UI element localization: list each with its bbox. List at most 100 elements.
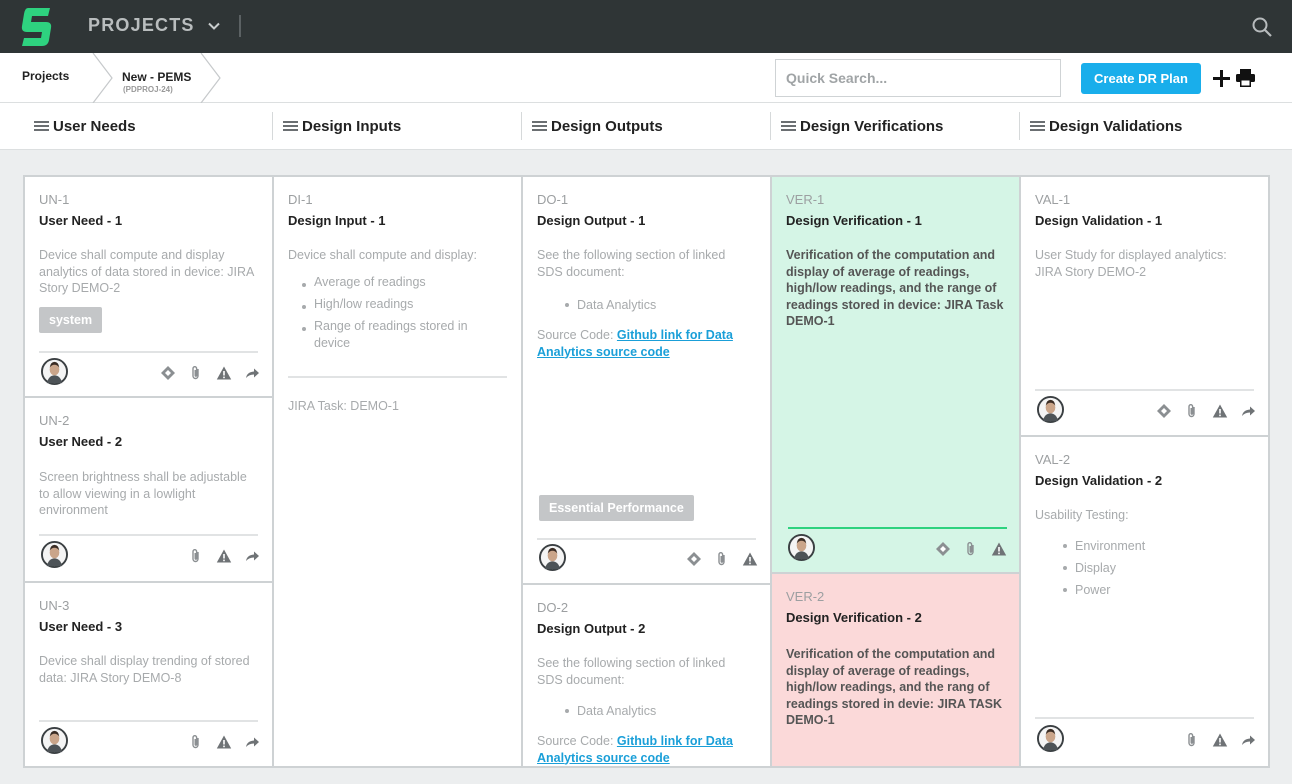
list-item: Range of readings stored in device <box>302 318 492 352</box>
tag-badge[interactable]: system <box>39 307 103 333</box>
card-title[interactable]: Design Output - 2 <box>537 621 645 636</box>
bullet-list: Environment Display Power <box>1063 535 1145 601</box>
paperclip-icon[interactable] <box>1184 732 1200 748</box>
menu-icon[interactable] <box>283 120 298 132</box>
card-title[interactable]: Design Verification - 2 <box>786 610 922 625</box>
user-need-card[interactable]: UN-2 User Need - 2 Screen brightness sha… <box>25 398 272 583</box>
card-description: See the following section of linked SDS … <box>537 248 726 279</box>
card-title[interactable]: User Need - 1 <box>39 213 122 228</box>
paperclip-icon[interactable] <box>188 365 204 381</box>
paperclip-icon[interactable] <box>714 551 730 567</box>
user-need-card[interactable]: UN-3 User Need - 3 Device shall display … <box>25 583 272 766</box>
share-icon[interactable] <box>1240 732 1256 748</box>
warning-icon[interactable] <box>216 365 232 381</box>
paperclip-icon[interactable] <box>963 541 979 557</box>
column-header-design-verifications[interactable]: Design Verifications <box>781 103 943 149</box>
plus-icon[interactable] <box>1213 70 1230 87</box>
share-icon[interactable] <box>244 365 260 381</box>
menu-icon[interactable] <box>532 120 547 132</box>
card-title[interactable]: Design Verification - 1 <box>786 213 922 228</box>
quick-search-input[interactable] <box>775 59 1061 97</box>
breadcrumb-current[interactable]: New - PEMS <box>122 70 191 84</box>
card-id: VAL-2 <box>1035 452 1071 467</box>
design-verifications-column: VER-1 Design Verification - 1 Verificati… <box>770 175 1021 768</box>
divider <box>39 534 258 536</box>
card-actions <box>188 734 260 750</box>
design-verification-card[interactable]: VER-2 Design Verification - 2 Verificati… <box>772 574 1019 766</box>
breadcrumb-projects[interactable]: Projects <box>22 69 69 83</box>
card-description: Screen brightness shall be adjustable to… <box>39 470 247 517</box>
paperclip-icon[interactable] <box>188 548 204 564</box>
menu-icon[interactable] <box>781 120 796 132</box>
user-need-card[interactable]: UN-1 User Need - 1 Device shall compute … <box>25 177 272 398</box>
paperclip-icon[interactable] <box>188 734 204 750</box>
avatar[interactable] <box>41 541 68 568</box>
column-header-design-inputs[interactable]: Design Inputs <box>283 103 401 149</box>
warning-icon[interactable] <box>1212 732 1228 748</box>
menu-icon[interactable] <box>1030 120 1045 132</box>
diamond-icon[interactable] <box>160 365 176 381</box>
divider <box>770 112 771 140</box>
column-header-design-outputs[interactable]: Design Outputs <box>532 103 663 149</box>
avatar[interactable] <box>788 534 815 561</box>
search-icon[interactable] <box>1251 16 1273 38</box>
avatar[interactable] <box>41 727 68 754</box>
avatar[interactable] <box>1037 725 1064 752</box>
divider <box>1035 717 1254 719</box>
paperclip-icon[interactable] <box>1184 403 1200 419</box>
card-actions <box>160 365 260 381</box>
diamond-icon[interactable] <box>686 551 702 567</box>
create-dr-plan-button[interactable]: Create DR Plan <box>1081 63 1201 94</box>
column-label: Design Outputs <box>551 117 663 135</box>
design-input-card[interactable]: DI-1 Design Input - 1 Device shall compu… <box>274 177 521 766</box>
avatar[interactable] <box>1037 396 1064 423</box>
card-title[interactable]: User Need - 2 <box>39 434 122 449</box>
design-verification-card[interactable]: VER-1 Design Verification - 1 Verificati… <box>772 177 1019 574</box>
list-item: Data Analytics <box>565 294 656 316</box>
app-title[interactable]: PROJECTS <box>88 15 195 36</box>
menu-icon[interactable] <box>34 120 49 132</box>
card-actions <box>686 551 758 567</box>
divider <box>272 112 273 140</box>
share-icon[interactable] <box>244 734 260 750</box>
list-item: Environment <box>1063 535 1145 557</box>
diamond-icon[interactable] <box>1156 403 1172 419</box>
breadcrumb-project-id: (PDPROJ-24) <box>123 85 173 94</box>
card-description: Verification of the computation and disp… <box>786 647 1003 727</box>
column-label: Design Verifications <box>800 117 944 135</box>
divider <box>39 720 258 722</box>
card-title[interactable]: Design Validation - 1 <box>1035 213 1162 228</box>
avatar[interactable] <box>41 358 68 385</box>
diamond-icon[interactable] <box>935 541 951 557</box>
design-outputs-column: DO-1 Design Output - 1 See the following… <box>521 175 772 768</box>
warning-icon[interactable] <box>216 548 232 564</box>
design-output-card[interactable]: DO-2 Design Output - 2 See the following… <box>523 585 770 766</box>
card-id: DO-2 <box>537 600 569 615</box>
warning-icon[interactable] <box>1212 403 1228 419</box>
design-output-card[interactable]: DO-1 Design Output - 1 See the following… <box>523 177 770 585</box>
tag-badge[interactable]: Essential Performance <box>539 495 694 521</box>
share-icon[interactable] <box>1240 403 1256 419</box>
divider <box>1019 112 1020 140</box>
chevron-down-icon[interactable] <box>207 19 221 33</box>
column-header-user-needs[interactable]: User Needs <box>34 103 136 149</box>
print-icon[interactable] <box>1236 69 1255 87</box>
divider <box>39 351 258 353</box>
list-item: Average of readings <box>302 274 492 291</box>
list-item: Power <box>1063 579 1145 601</box>
source-code-text: Source Code: Github link for Data Analyt… <box>537 327 752 360</box>
avatar[interactable] <box>539 544 566 571</box>
card-title[interactable]: User Need - 3 <box>39 619 122 634</box>
design-validation-card[interactable]: VAL-2 Design Validation - 2 Usability Te… <box>1021 437 1268 766</box>
design-validation-card[interactable]: VAL-1 Design Validation - 1 User Study f… <box>1021 177 1268 437</box>
card-title[interactable]: Design Input - 1 <box>288 213 386 228</box>
warning-icon[interactable] <box>216 734 232 750</box>
breadcrumb-separator <box>92 53 113 103</box>
warning-icon[interactable] <box>742 551 758 567</box>
logo-icon[interactable] <box>18 6 56 48</box>
column-header-design-validations[interactable]: Design Validations <box>1030 103 1182 149</box>
card-title[interactable]: Design Output - 1 <box>537 213 645 228</box>
share-icon[interactable] <box>244 548 260 564</box>
card-title[interactable]: Design Validation - 2 <box>1035 473 1162 488</box>
warning-icon[interactable] <box>991 541 1007 557</box>
